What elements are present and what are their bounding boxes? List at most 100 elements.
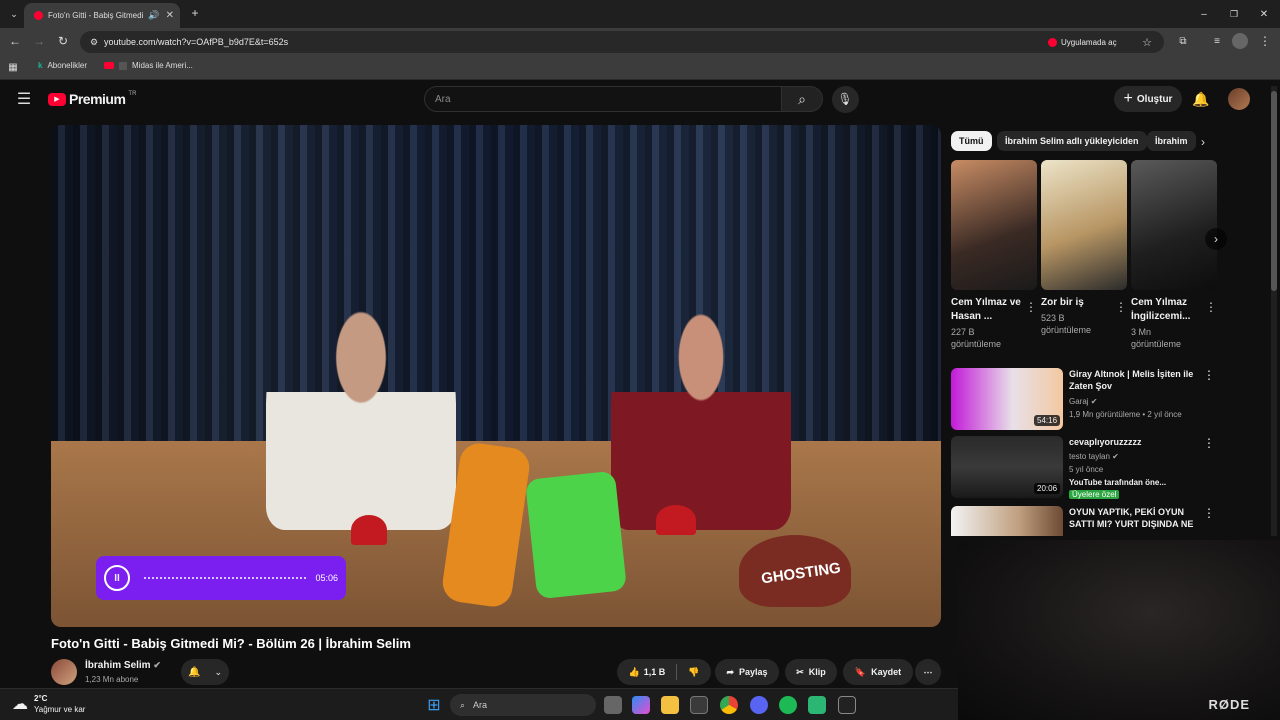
save-button[interactable]: 🔖 Kaydet [843, 659, 913, 685]
subscription-bell-button[interactable]: 🔔 ⌄ [181, 659, 229, 685]
short-menu-icon[interactable]: ⋮ [1205, 300, 1217, 314]
notifications-bell-icon[interactable]: 🔔 [1191, 89, 1211, 109]
recommendation-channel[interactable]: Garaj ✔ [1069, 397, 1098, 406]
youtube-app-icon [1048, 37, 1057, 47]
short-title[interactable]: Cem Yılmaz İngilizcemi... [1131, 296, 1201, 324]
search-input[interactable]: Ara [424, 86, 782, 112]
short-item[interactable]: Cem Yılmaz ve Hasan ... 227 B görüntülem… [951, 160, 1037, 360]
page-scrollbar[interactable] [1271, 86, 1277, 536]
short-title[interactable]: Zor bir iş [1041, 296, 1111, 310]
close-window-icon[interactable]: ✕ [1256, 6, 1272, 22]
create-button[interactable]: + Oluştur [1114, 86, 1182, 112]
recommendation-menu-icon[interactable]: ⋮ [1203, 506, 1215, 520]
reload-icon[interactable]: ↻ [54, 32, 72, 50]
browser-tab[interactable]: Foto'n Gitti - Babiş Gitmedi 🔊 ✕ [24, 3, 180, 28]
recommendation-item[interactable]: 54:16 Giray Altınok | Melis İşiten ile Z… [951, 368, 1221, 430]
chip-all[interactable]: Tümü [951, 131, 992, 151]
tab-list-icon[interactable]: ⌄ [6, 6, 22, 22]
bookmark-midas[interactable]: Midas ile Ameri... [104, 61, 193, 70]
youtube-bookmark-icon [104, 62, 114, 69]
pause-icon[interactable]: II [104, 565, 130, 591]
weather-widget[interactable]: ☁ 2°C Yağmur ve kar [12, 693, 85, 715]
extensions-icon[interactable]: ⧉ [1174, 32, 1192, 50]
address-bar[interactable]: ⚙ youtube.com/watch?v=OAfPB_b9d7E&t=652s… [80, 31, 1164, 53]
short-menu-icon[interactable]: ⋮ [1025, 300, 1037, 314]
more-actions-button[interactable]: ⋯ [915, 659, 941, 685]
short-thumbnail[interactable] [951, 160, 1037, 290]
recommendation-title[interactable]: OYUN YAPTIK, PEKİ OYUN SATTI MI? YURT DI… [1069, 506, 1199, 536]
bookmarks-bar: ▦ k Abonelikler Midas ile Ameri... [0, 54, 1280, 80]
recommendation-item[interactable]: OYUN YAPTIK, PEKİ OYUN SATTI MI? YURT DI… [951, 506, 1221, 536]
capcut-icon[interactable] [838, 696, 856, 714]
clip-button[interactable]: ✂ Klip [785, 659, 837, 685]
chip-from-uploader[interactable]: İbrahim Selim adlı yükleyiciden [997, 131, 1147, 151]
video-player[interactable]: GHOSTING II 05:06 [51, 125, 941, 627]
channel-name[interactable]: İbrahim Selim ✔ [85, 660, 161, 671]
back-icon[interactable]: ← [6, 32, 24, 50]
copilot-icon[interactable] [632, 696, 650, 714]
app-icon[interactable] [808, 696, 826, 714]
recommendation-menu-icon[interactable]: ⋮ [1203, 436, 1215, 450]
thumbs-down-icon[interactable]: 👎 [688, 667, 699, 678]
youtube-logo[interactable]: ▶ Premium TR [48, 91, 136, 107]
short-thumbnail[interactable] [1131, 160, 1217, 290]
audio-time: 05:06 [315, 573, 338, 583]
weather-temp: 2°C [34, 694, 48, 703]
chips-next-icon[interactable]: › [1196, 134, 1210, 150]
file-explorer-icon[interactable] [661, 696, 679, 714]
apps-grid-icon[interactable]: ▦ [6, 60, 20, 74]
close-tab-icon[interactable]: ✕ [166, 10, 174, 21]
like-count: 1,1 B [643, 667, 666, 677]
audio-waveform[interactable] [144, 577, 308, 579]
start-icon[interactable]: ⊞ [424, 695, 444, 715]
profile-avatar[interactable] [1232, 33, 1248, 49]
discord-icon[interactable] [750, 696, 768, 714]
account-avatar[interactable] [1228, 88, 1250, 110]
bookmark-star-icon[interactable]: ☆ [1140, 35, 1154, 49]
microphone-brand: RØDE [1208, 697, 1250, 712]
search-icon: ⌕ [798, 90, 806, 107]
browser-toolbar: ← → ↻ ⚙ youtube.com/watch?v=OAfPB_b9d7E&… [0, 28, 1280, 54]
spotify-icon[interactable] [779, 696, 797, 714]
forward-icon[interactable]: → [30, 32, 48, 50]
recommendation-menu-icon[interactable]: ⋮ [1203, 368, 1215, 382]
store-icon[interactable] [690, 696, 708, 714]
voice-search-button[interactable]: 🎙 [832, 86, 859, 113]
short-menu-icon[interactable]: ⋮ [1115, 300, 1127, 314]
task-view-icon[interactable] [604, 696, 622, 714]
short-title[interactable]: Cem Yılmaz ve Hasan ... [951, 296, 1021, 324]
media-control-icon[interactable]: ≡ [1208, 32, 1226, 50]
chip-ibrahim[interactable]: İbrahim [1147, 131, 1196, 151]
site-info-icon[interactable]: ⚙ [88, 36, 100, 48]
browser-menu-icon[interactable]: ⋮ [1258, 32, 1272, 50]
create-label: Oluştur [1136, 93, 1173, 105]
short-item[interactable]: Zor bir iş 523 B görüntüleme ⋮ [1041, 160, 1127, 360]
short-item[interactable]: Cem Yılmaz İngilizcemi... 3 Mn görüntüle… [1131, 160, 1217, 360]
hamburger-menu-icon[interactable]: ☰ [14, 89, 34, 109]
taskbar-search[interactable]: ⌕ Ara [450, 694, 596, 716]
recommendation-title[interactable]: Giray Altınok | Melis İşiten ile Zaten Ş… [1069, 368, 1199, 392]
like-dislike-group: 👍 1,1 B 👎 [617, 659, 711, 685]
like-button[interactable]: 👍 1,1 B [629, 667, 666, 678]
search-button[interactable]: ⌕ [781, 86, 823, 112]
maximize-icon[interactable]: ❐ [1226, 6, 1242, 22]
short-thumbnail[interactable] [1041, 160, 1127, 290]
channel-avatar[interactable] [51, 659, 77, 685]
minimize-icon[interactable]: – [1196, 6, 1212, 22]
speaker-icon: 🔊 [148, 10, 160, 20]
recommendation-channel[interactable]: testo taylan ✔ [1069, 452, 1119, 461]
audio-player-widget[interactable]: II 05:06 [96, 556, 346, 600]
share-label: Paylaş [739, 667, 768, 677]
new-tab-icon[interactable]: + [188, 6, 202, 20]
scrollbar-thumb[interactable] [1271, 91, 1277, 291]
bookmark-subscriptions[interactable]: k Abonelikler [38, 61, 87, 70]
open-in-app-button[interactable]: Uygulamada aç [1048, 34, 1117, 50]
shorts-next-icon[interactable]: › [1205, 228, 1227, 250]
share-button[interactable]: ➦ Paylaş [715, 659, 779, 685]
recommendation-title[interactable]: cevaplıyoruzzzzz [1069, 436, 1199, 448]
youtube-masthead: ☰ ▶ Premium TR Ara ⌕ 🎙 + Oluştur 🔔 [0, 80, 1280, 118]
chrome-icon[interactable] [720, 696, 738, 714]
video-thumbnail[interactable] [951, 506, 1063, 536]
recommendation-item[interactable]: 20:06 cevaplıyoruzzzzz testo taylan ✔ 5 … [951, 436, 1221, 499]
bookmark-k-icon: k [38, 61, 43, 70]
